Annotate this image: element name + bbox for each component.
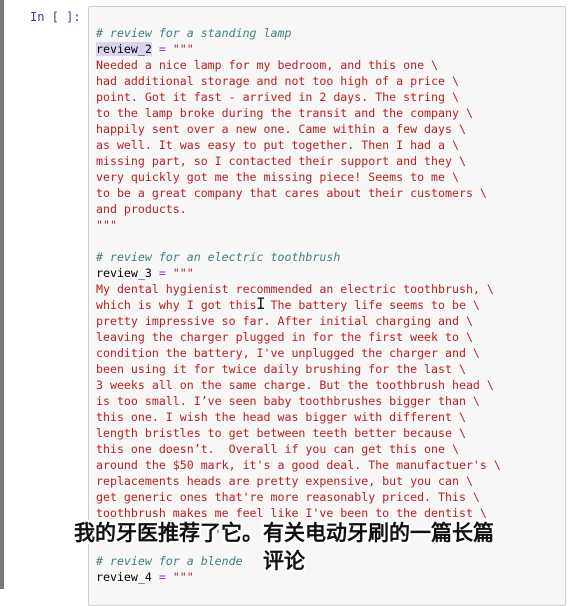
string-literal-line: length bristles to get between teeth bet… bbox=[96, 426, 466, 440]
code-line: very quickly got me the missing piece! S… bbox=[96, 169, 501, 185]
code-comment: # review for a standing lamp bbox=[96, 26, 292, 40]
subtitle-line-2: 评论 bbox=[263, 549, 305, 573]
string-literal-line: """ bbox=[96, 218, 117, 232]
code-line: get generic ones that're more reasonably… bbox=[96, 489, 501, 505]
code-line: this one doesn’t. Overall if you can get… bbox=[96, 441, 501, 457]
code-line: had additional storage and not too high … bbox=[96, 73, 501, 89]
code-line: # review for an electric toothbrush bbox=[96, 249, 501, 265]
string-literal-line: condition the battery, I've unplugged th… bbox=[96, 346, 480, 360]
code-line: review_2 = """ bbox=[96, 41, 501, 57]
code-cell[interactable]: # review for a standing lamp review_2 = "… bbox=[88, 6, 566, 606]
code-line: leaving the charger plugged in for the f… bbox=[96, 329, 501, 345]
subtitle-line-1: 我的牙医推荐了它。有关电动牙刷的一篇长篇 bbox=[74, 521, 494, 545]
string-literal-line: is too small. I’ve seen baby toothbrushe… bbox=[96, 394, 480, 408]
code-line: point. Got it fast - arrived in 2 days. … bbox=[96, 89, 501, 105]
string-literal-line: 3 weeks all on the same charge. But the … bbox=[96, 378, 494, 392]
assignment-operator: = bbox=[151, 266, 173, 280]
string-literal-line: missing part, so I contacted their suppo… bbox=[96, 154, 466, 168]
cell-input-prompt: In [ ]: bbox=[30, 10, 81, 24]
video-subtitle: 我的牙医推荐了它。有关电动牙刷的一篇长篇 评论 bbox=[0, 519, 568, 575]
code-line: as well. It was easy to put together. Th… bbox=[96, 137, 501, 153]
string-literal-line: get generic ones that're more reasonably… bbox=[96, 490, 480, 504]
code-line: condition the battery, I've unplugged th… bbox=[96, 345, 501, 361]
string-literal-line: had additional storage and not too high … bbox=[96, 74, 459, 88]
string-literal-line: happily sent over a new one. Came within… bbox=[96, 122, 466, 136]
code-line: length bristles to get between teeth bet… bbox=[96, 425, 501, 441]
code-line: Needed a nice lamp for my bedroom, and t… bbox=[96, 57, 501, 73]
string-delimiter: """ bbox=[172, 266, 194, 280]
window-left-edge bbox=[0, 0, 4, 589]
string-literal-line: point. Got it fast - arrived in 2 days. … bbox=[96, 90, 459, 104]
variable-name: review_2 bbox=[96, 42, 152, 56]
code-line: happily sent over a new one. Came within… bbox=[96, 121, 501, 137]
string-literal-line: My dental hygienist recommended an elect… bbox=[96, 282, 494, 296]
code-line: which is why I got this. The battery lif… bbox=[96, 297, 501, 313]
code-editor[interactable]: # review for a standing lamp review_2 = "… bbox=[96, 25, 501, 585]
code-line: this one. I wish the head was bigger wit… bbox=[96, 409, 501, 425]
string-literal-line: as well. It was easy to put together. Th… bbox=[96, 138, 459, 152]
code-line: and products. bbox=[96, 201, 501, 217]
string-literal-line: Needed a nice lamp for my bedroom, and t… bbox=[96, 58, 439, 72]
code-line: replacements heads are pretty expensive,… bbox=[96, 473, 501, 489]
string-literal-line: toothbrush makes me feel like I've been … bbox=[96, 506, 487, 520]
variable-name: review_3 bbox=[96, 266, 152, 280]
string-delimiter: """ bbox=[172, 42, 194, 56]
string-literal-line: around the $50 mark, it's a good deal. T… bbox=[96, 458, 501, 472]
assignment-operator: = bbox=[151, 42, 173, 56]
code-line: to the lamp broke during the transit and… bbox=[96, 105, 501, 121]
string-literal-line: to be a great company that cares about t… bbox=[96, 186, 487, 200]
string-literal-line: this one doesn’t. Overall if you can get… bbox=[96, 442, 459, 456]
string-literal-line: to the lamp broke during the transit and… bbox=[96, 106, 473, 120]
code-line: missing part, so I contacted their suppo… bbox=[96, 153, 501, 169]
code-line: been using it for twice daily brushing f… bbox=[96, 361, 501, 377]
string-literal-line: this one. I wish the head was bigger wit… bbox=[96, 410, 466, 424]
string-literal-line: been using it for twice daily brushing f… bbox=[96, 362, 466, 376]
string-literal-line: which is why I got this. The battery lif… bbox=[96, 298, 480, 312]
string-literal-line: and products. bbox=[96, 202, 187, 216]
code-line: My dental hygienist recommended an elect… bbox=[96, 281, 501, 297]
code-comment: # review for an electric toothbrush bbox=[96, 250, 341, 264]
string-literal-line: very quickly got me the missing piece! S… bbox=[96, 170, 459, 184]
code-line: review_3 = """ bbox=[96, 265, 501, 281]
string-literal-line: leaving the charger plugged in for the f… bbox=[96, 330, 473, 344]
code-line: is too small. I’ve seen baby toothbrushe… bbox=[96, 393, 501, 409]
string-literal-line: pretty impressive so far. After initial … bbox=[96, 314, 473, 328]
code-line: 3 weeks all on the same charge. But the … bbox=[96, 377, 501, 393]
string-literal-line: replacements heads are pretty expensive,… bbox=[96, 474, 473, 488]
code-line: """ bbox=[96, 217, 501, 233]
code-line: to be a great company that cares about t… bbox=[96, 185, 501, 201]
code-line: around the $50 mark, it's a good deal. T… bbox=[96, 457, 501, 473]
ibeam-cursor-icon: I bbox=[256, 294, 266, 313]
code-line: # review for a standing lamp bbox=[96, 25, 501, 41]
code-line: pretty impressive so far. After initial … bbox=[96, 313, 501, 329]
